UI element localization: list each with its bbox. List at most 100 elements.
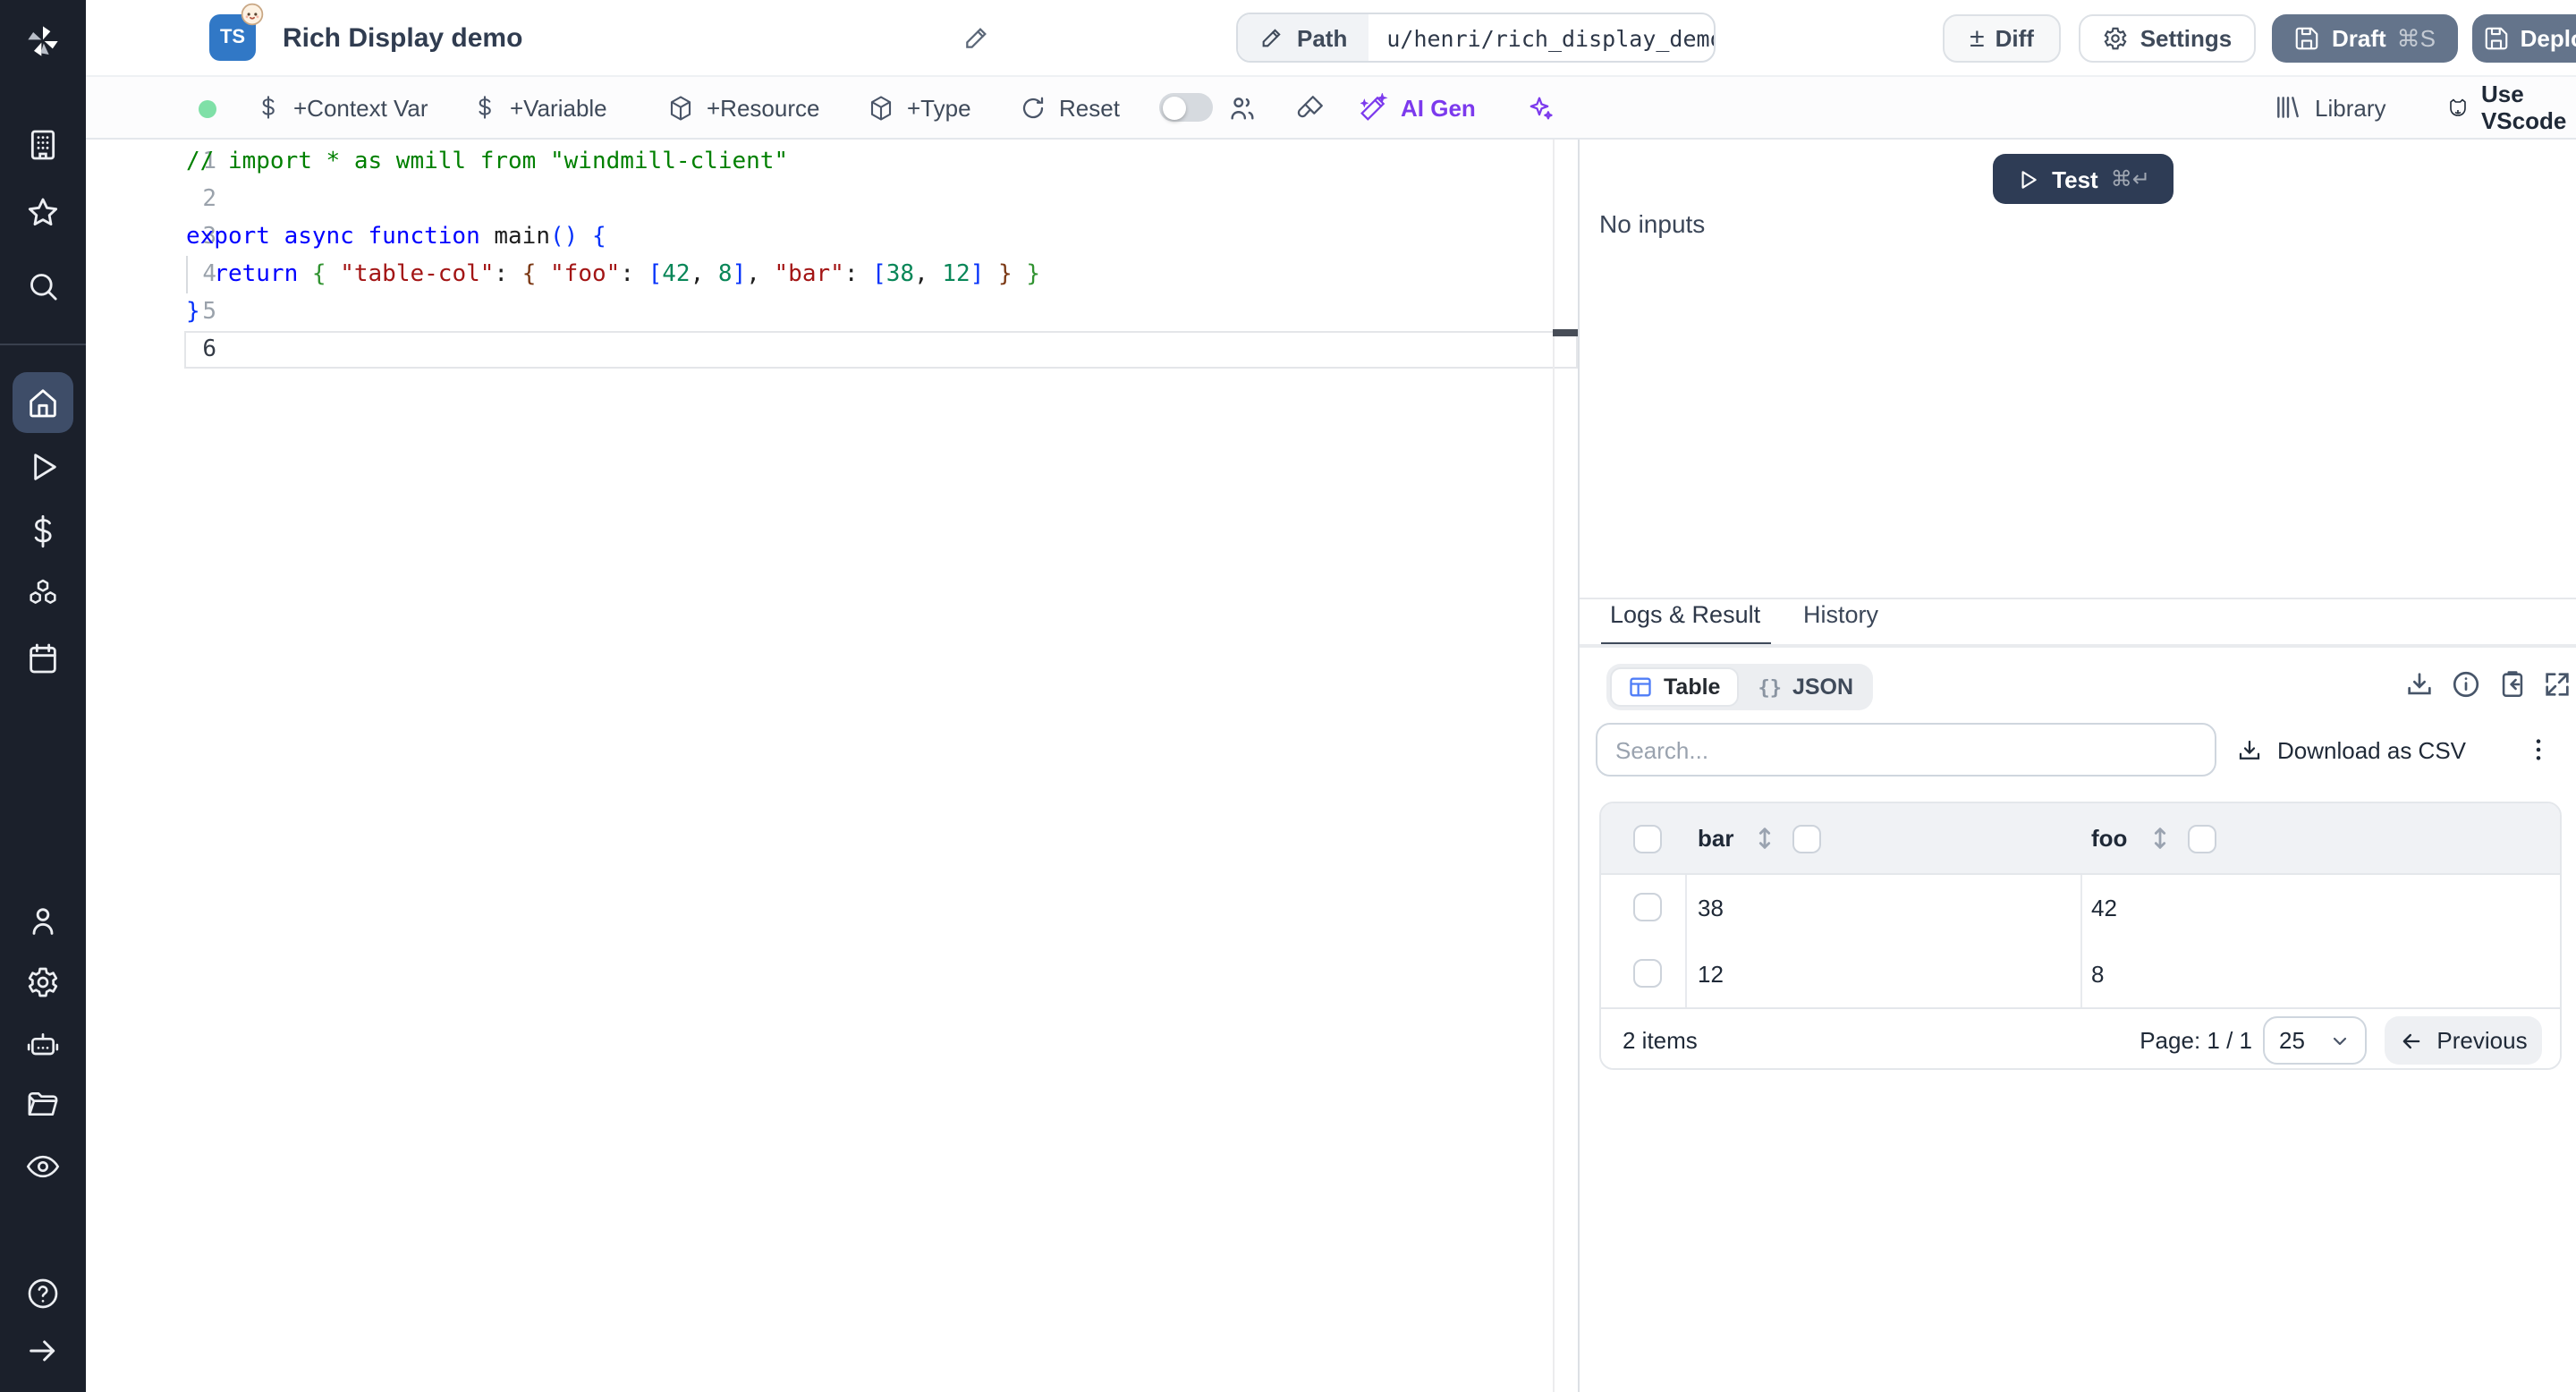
status-dot: [199, 100, 216, 118]
diff-mode-toggle[interactable]: [1159, 93, 1213, 122]
schedules-calendar-icon[interactable]: [25, 641, 61, 676]
users-person-icon[interactable]: [25, 904, 61, 939]
tab-logs-result[interactable]: Logs & Result: [1610, 601, 1760, 628]
test-shortcut: ⌘↵: [2110, 166, 2150, 191]
reset-label: Reset: [1059, 94, 1120, 121]
add-type-label: +Type: [907, 94, 971, 121]
download-icon: [2239, 739, 2260, 759]
variables-dollar-icon[interactable]: [25, 514, 61, 549]
add-resource-button[interactable]: +Resource: [667, 77, 819, 138]
use-vscode-button[interactable]: Use VScode: [2447, 77, 2576, 138]
page-size-value: 25: [2279, 1027, 2305, 1054]
items-count: 2 items: [1623, 1027, 1698, 1054]
multiplayer-users-icon[interactable]: [1227, 93, 1258, 123]
info-icon[interactable]: [2451, 669, 2481, 700]
copy-clipboard-icon[interactable]: [2497, 669, 2528, 700]
row-checkbox[interactable]: [1633, 893, 1662, 921]
workspace-building-icon[interactable]: [25, 127, 61, 163]
code-line-4[interactable]: return { "table-col": { "foo": [42, 8], …: [186, 256, 1040, 293]
cell-foo: 42: [2091, 895, 2117, 921]
audit-eye-icon[interactable]: [25, 1149, 61, 1184]
column-divider: [1685, 875, 1687, 1007]
add-variable-button[interactable]: +Variable: [472, 77, 607, 138]
vscode-icon: [2450, 98, 2466, 115]
deploy-button[interactable]: Deploy: [2472, 14, 2576, 63]
draft-shortcut: ⌘S: [2396, 24, 2436, 51]
code-line-1[interactable]: // import * as wmill from "windmill-clie…: [186, 143, 788, 181]
diff-label: Diff: [1995, 25, 2034, 52]
expand-sidebar-arrow-icon[interactable]: [25, 1333, 61, 1369]
tabs-bottom-border: [1580, 644, 2576, 648]
no-inputs-text: No inputs: [1599, 209, 1706, 238]
runs-play-icon[interactable]: [25, 449, 61, 485]
kebab-dots-icon: [2536, 739, 2541, 760]
view-table-button[interactable]: Table: [1610, 667, 1739, 707]
save-icon: [2296, 27, 2319, 50]
download-csv-button[interactable]: Download as CSV: [2236, 726, 2466, 773]
path-value[interactable]: u/henri/rich_display_demo: [1368, 14, 1714, 61]
library-button[interactable]: Library: [2274, 77, 2386, 138]
draft-button[interactable]: Draft ⌘S: [2272, 14, 2458, 63]
code-line-5[interactable]: }: [186, 293, 200, 331]
settings-gear-icon[interactable]: [25, 964, 61, 1000]
windmill-logo[interactable]: [25, 23, 61, 59]
reset-button[interactable]: Reset: [1020, 77, 1120, 138]
result-section-divider[interactable]: [1580, 598, 2576, 599]
add-context-var-button[interactable]: +Context Var: [256, 77, 428, 138]
test-button[interactable]: Test ⌘↵: [1993, 154, 2174, 204]
test-label: Test: [2052, 166, 2098, 192]
magic-wand-icon: [1360, 93, 1388, 121]
download-result-icon[interactable]: [2404, 669, 2435, 700]
format-brush-icon[interactable]: [1295, 93, 1326, 123]
column-bar-checkbox[interactable]: [1792, 825, 1821, 853]
sort-icon[interactable]: [1751, 825, 1778, 852]
panel-divider[interactable]: [1578, 140, 1580, 1392]
fullscreen-expand-icon[interactable]: [2542, 669, 2572, 700]
previous-page-button[interactable]: Previous: [2385, 1016, 2542, 1065]
settings-label: Settings: [2140, 25, 2233, 52]
column-header-bar[interactable]: bar: [1698, 825, 1733, 852]
search-icon[interactable]: [25, 268, 61, 304]
add-type-button[interactable]: +Type: [868, 77, 971, 138]
page-title: Rich Display demo: [283, 23, 523, 54]
code-editor[interactable]: 1 2 3 4 5 6 // import * as wmill from "w…: [86, 140, 1578, 1392]
arrow-left-icon: [2403, 1032, 2420, 1048]
folders-icon[interactable]: [25, 1086, 61, 1122]
code-line-3[interactable]: export async function main() {: [186, 218, 606, 256]
diff-button[interactable]: ± Diff: [1943, 14, 2061, 63]
path-group[interactable]: Path u/henri/rich_display_demo: [1236, 13, 1716, 63]
row-checkbox[interactable]: [1633, 959, 1662, 988]
workers-robot-icon[interactable]: [25, 1027, 61, 1063]
column-foo-checkbox[interactable]: [2188, 825, 2216, 853]
help-icon[interactable]: [25, 1276, 61, 1311]
package-icon: [870, 95, 892, 120]
ai-gen-button[interactable]: AI Gen: [1360, 77, 1476, 138]
tab-history[interactable]: History: [1803, 601, 1878, 628]
column-header-foo[interactable]: foo: [2091, 825, 2127, 852]
table-icon: [1630, 677, 1651, 697]
page-size-select[interactable]: 25: [2263, 1016, 2367, 1065]
sort-icon[interactable]: [2147, 825, 2174, 852]
select-all-checkbox[interactable]: [1633, 825, 1662, 853]
library-label: Library: [2315, 94, 2386, 121]
package-icon: [670, 95, 691, 120]
settings-button[interactable]: Settings: [2079, 14, 2256, 63]
deploy-label: Deploy: [2520, 25, 2576, 52]
library-icon: [2277, 97, 2299, 118]
result-view-switch: Table {} JSON: [1606, 664, 1874, 710]
home-icon[interactable]: [25, 385, 61, 420]
edit-summary-pencil-icon[interactable]: [962, 23, 991, 52]
typescript-badge-label: TS: [219, 27, 246, 48]
resources-cubes-icon[interactable]: [25, 576, 61, 612]
top-header: TS Rich Display demo Path u/henri/rich_d…: [86, 0, 2576, 75]
path-button[interactable]: Path: [1238, 14, 1369, 61]
favorites-star-icon[interactable]: [25, 195, 61, 231]
column-divider: [2080, 875, 2082, 1007]
script-emoji-icon: [241, 3, 264, 26]
sparkles-icon[interactable]: [1524, 93, 1555, 123]
code-comment: // import * as wmill from "windmill-clie…: [186, 149, 789, 175]
table-menu-kebab-icon[interactable]: [2515, 726, 2562, 773]
view-json-button[interactable]: {} JSON: [1741, 667, 1869, 707]
view-table-label: Table: [1664, 675, 1721, 700]
search-input[interactable]: [1596, 723, 2216, 777]
